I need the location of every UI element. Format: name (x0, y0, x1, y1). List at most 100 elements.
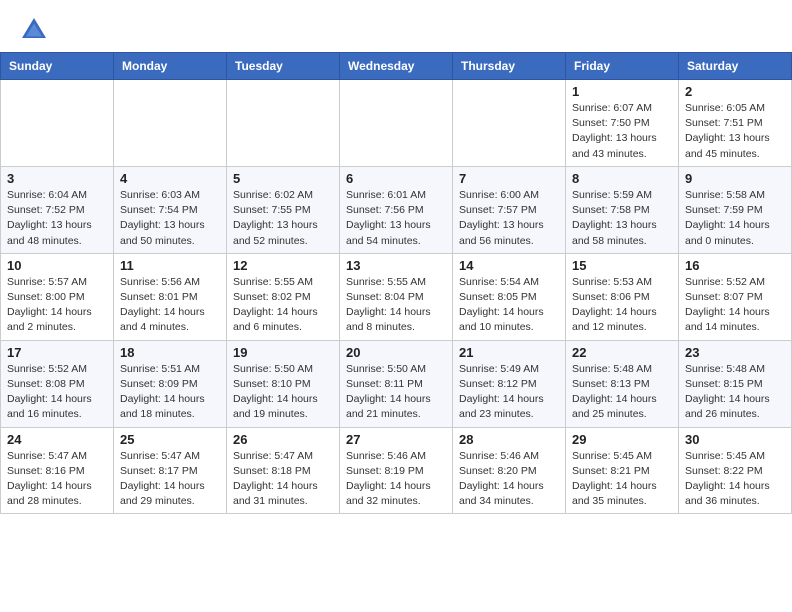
day-info: Sunrise: 5:52 AMSunset: 8:08 PMDaylight:… (7, 362, 107, 423)
day-info: Sunrise: 6:04 AMSunset: 7:52 PMDaylight:… (7, 188, 107, 249)
day-info: Sunrise: 5:59 AMSunset: 7:58 PMDaylight:… (572, 188, 672, 249)
day-number: 2 (685, 84, 785, 99)
day-info: Sunrise: 5:53 AMSunset: 8:06 PMDaylight:… (572, 275, 672, 336)
day-number: 30 (685, 432, 785, 447)
calendar-cell: 8 Sunrise: 5:59 AMSunset: 7:58 PMDaylight… (566, 166, 679, 253)
day-info: Sunrise: 5:52 AMSunset: 8:07 PMDaylight:… (685, 275, 785, 336)
logo-icon (18, 14, 50, 46)
day-number: 10 (7, 258, 107, 273)
day-info: Sunrise: 5:48 AMSunset: 8:15 PMDaylight:… (685, 362, 785, 423)
day-info: Sunrise: 5:58 AMSunset: 7:59 PMDaylight:… (685, 188, 785, 249)
header (0, 0, 792, 52)
calendar-cell: 23 Sunrise: 5:48 AMSunset: 8:15 PMDayligh… (679, 340, 792, 427)
calendar-week-2: 3 Sunrise: 6:04 AMSunset: 7:52 PMDaylight… (1, 166, 792, 253)
calendar-cell: 15 Sunrise: 5:53 AMSunset: 8:06 PMDayligh… (566, 253, 679, 340)
day-info: Sunrise: 5:55 AMSunset: 8:02 PMDaylight:… (233, 275, 333, 336)
calendar-cell: 6Sunrise: 6:01 AMSunset: 7:56 PMDaylight… (340, 166, 453, 253)
day-number: 13 (346, 258, 446, 273)
calendar-cell (114, 80, 227, 167)
day-number: 17 (7, 345, 107, 360)
day-number: 28 (459, 432, 559, 447)
calendar-cell: 14Sunrise: 5:54 AMSunset: 8:05 PMDayligh… (453, 253, 566, 340)
calendar-cell: 2 Sunrise: 6:05 AMSunset: 7:51 PMDaylight… (679, 80, 792, 167)
day-info: Sunrise: 5:48 AMSunset: 8:13 PMDaylight:… (572, 362, 672, 423)
calendar-table: SundayMondayTuesdayWednesdayThursdayFrid… (0, 52, 792, 514)
calendar-cell: 21 Sunrise: 5:49 AMSunset: 8:12 PMDayligh… (453, 340, 566, 427)
day-info: Sunrise: 6:02 AMSunset: 7:55 PMDaylight:… (233, 188, 333, 249)
day-info: Sunrise: 6:03 AMSunset: 7:54 PMDaylight:… (120, 188, 220, 249)
day-number: 8 (572, 171, 672, 186)
calendar-cell: 11Sunrise: 5:56 AMSunset: 8:01 PMDayligh… (114, 253, 227, 340)
day-number: 16 (685, 258, 785, 273)
day-info: Sunrise: 5:45 AMSunset: 8:21 PMDaylight:… (572, 449, 672, 510)
calendar-cell: 9 Sunrise: 5:58 AMSunset: 7:59 PMDaylight… (679, 166, 792, 253)
calendar-week-3: 10 Sunrise: 5:57 AMSunset: 8:00 PMDayligh… (1, 253, 792, 340)
day-info: Sunrise: 5:46 AMSunset: 8:20 PMDaylight:… (459, 449, 559, 510)
col-header-thursday: Thursday (453, 53, 566, 80)
calendar-cell: 13 Sunrise: 5:55 AMSunset: 8:04 PMDayligh… (340, 253, 453, 340)
col-header-wednesday: Wednesday (340, 53, 453, 80)
day-info: Sunrise: 5:50 AMSunset: 8:10 PMDaylight:… (233, 362, 333, 423)
day-info: Sunrise: 5:47 AMSunset: 8:17 PMDaylight:… (120, 449, 220, 510)
calendar-cell: 18 Sunrise: 5:51 AMSunset: 8:09 PMDayligh… (114, 340, 227, 427)
day-number: 18 (120, 345, 220, 360)
day-number: 21 (459, 345, 559, 360)
day-number: 14 (459, 258, 559, 273)
day-number: 25 (120, 432, 220, 447)
col-header-tuesday: Tuesday (227, 53, 340, 80)
day-number: 3 (7, 171, 107, 186)
calendar-cell: 4 Sunrise: 6:03 AMSunset: 7:54 PMDaylight… (114, 166, 227, 253)
calendar-cell: 16 Sunrise: 5:52 AMSunset: 8:07 PMDayligh… (679, 253, 792, 340)
calendar-cell: 7 Sunrise: 6:00 AMSunset: 7:57 PMDaylight… (453, 166, 566, 253)
calendar-cell: 19 Sunrise: 5:50 AMSunset: 8:10 PMDayligh… (227, 340, 340, 427)
calendar-week-4: 17 Sunrise: 5:52 AMSunset: 8:08 PMDayligh… (1, 340, 792, 427)
day-number: 9 (685, 171, 785, 186)
page: SundayMondayTuesdayWednesdayThursdayFrid… (0, 0, 792, 514)
calendar-cell: 22 Sunrise: 5:48 AMSunset: 8:13 PMDayligh… (566, 340, 679, 427)
calendar-cell: 25 Sunrise: 5:47 AMSunset: 8:17 PMDayligh… (114, 427, 227, 514)
day-number: 27 (346, 432, 446, 447)
day-number: 5 (233, 171, 333, 186)
calendar-cell: 5 Sunrise: 6:02 AMSunset: 7:55 PMDaylight… (227, 166, 340, 253)
day-number: 29 (572, 432, 672, 447)
day-info: Sunrise: 5:46 AMSunset: 8:19 PMDaylight:… (346, 449, 446, 510)
calendar-cell: 17 Sunrise: 5:52 AMSunset: 8:08 PMDayligh… (1, 340, 114, 427)
day-number: 23 (685, 345, 785, 360)
calendar-week-1: 1Sunrise: 6:07 AMSunset: 7:50 PMDaylight… (1, 80, 792, 167)
col-header-monday: Monday (114, 53, 227, 80)
calendar-cell: 24Sunrise: 5:47 AMSunset: 8:16 PMDayligh… (1, 427, 114, 514)
day-info: Sunrise: 5:57 AMSunset: 8:00 PMDaylight:… (7, 275, 107, 336)
day-info: Sunrise: 5:47 AMSunset: 8:18 PMDaylight:… (233, 449, 333, 510)
day-number: 7 (459, 171, 559, 186)
day-number: 15 (572, 258, 672, 273)
col-header-saturday: Saturday (679, 53, 792, 80)
calendar-cell: 10 Sunrise: 5:57 AMSunset: 8:00 PMDayligh… (1, 253, 114, 340)
day-number: 4 (120, 171, 220, 186)
day-info: Sunrise: 5:51 AMSunset: 8:09 PMDaylight:… (120, 362, 220, 423)
col-header-sunday: Sunday (1, 53, 114, 80)
day-info: Sunrise: 6:05 AMSunset: 7:51 PMDaylight:… (685, 101, 785, 162)
day-info: Sunrise: 5:55 AMSunset: 8:04 PMDaylight:… (346, 275, 446, 336)
day-number: 19 (233, 345, 333, 360)
calendar-cell: 26 Sunrise: 5:47 AMSunset: 8:18 PMDayligh… (227, 427, 340, 514)
calendar-cell: 1Sunrise: 6:07 AMSunset: 7:50 PMDaylight… (566, 80, 679, 167)
calendar-cell (453, 80, 566, 167)
day-number: 22 (572, 345, 672, 360)
day-info: Sunrise: 5:56 AMSunset: 8:01 PMDaylight:… (120, 275, 220, 336)
col-header-friday: Friday (566, 53, 679, 80)
day-info: Sunrise: 6:00 AMSunset: 7:57 PMDaylight:… (459, 188, 559, 249)
calendar-cell (227, 80, 340, 167)
logo (18, 14, 54, 46)
calendar-cell: 28 Sunrise: 5:46 AMSunset: 8:20 PMDayligh… (453, 427, 566, 514)
calendar-cell (1, 80, 114, 167)
calendar-cell (340, 80, 453, 167)
day-info: Sunrise: 5:45 AMSunset: 8:22 PMDaylight:… (685, 449, 785, 510)
day-info: Sunrise: 5:49 AMSunset: 8:12 PMDaylight:… (459, 362, 559, 423)
calendar-cell: 12Sunrise: 5:55 AMSunset: 8:02 PMDayligh… (227, 253, 340, 340)
calendar-week-5: 24Sunrise: 5:47 AMSunset: 8:16 PMDayligh… (1, 427, 792, 514)
calendar-header-row: SundayMondayTuesdayWednesdayThursdayFrid… (1, 53, 792, 80)
calendar-cell: 29 Sunrise: 5:45 AMSunset: 8:21 PMDayligh… (566, 427, 679, 514)
day-number: 26 (233, 432, 333, 447)
day-number: 6 (346, 171, 446, 186)
day-number: 1 (572, 84, 672, 99)
